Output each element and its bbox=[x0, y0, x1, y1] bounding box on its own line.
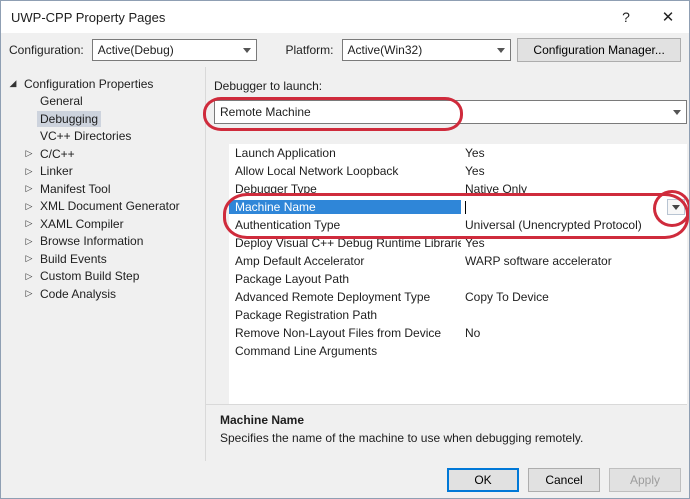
tree-item-vc-directories[interactable]: VC++ Directories bbox=[1, 128, 205, 146]
platform-label: Platform: bbox=[285, 43, 333, 57]
tree-item-build-events[interactable]: ▷ Build Events bbox=[1, 250, 205, 268]
tree-item-custom-build-step[interactable]: ▷ Custom Build Step bbox=[1, 268, 205, 286]
expand-icon[interactable]: ▷ bbox=[21, 236, 37, 247]
debugger-to-launch-select[interactable]: Remote Machine bbox=[214, 100, 687, 124]
platform-select[interactable]: Active(Win32) bbox=[342, 39, 512, 61]
tree-item-general[interactable]: General bbox=[1, 93, 205, 111]
property-row-allow-local-network-loopback[interactable]: Allow Local Network Loopback Yes bbox=[229, 162, 687, 180]
expand-icon[interactable]: ▷ bbox=[21, 183, 37, 194]
selected-tree-item: Debugging bbox=[37, 111, 101, 127]
description-text: Specifies the name of the machine to use… bbox=[220, 431, 681, 445]
configuration-tree: ◢ Configuration Properties General Debug… bbox=[1, 67, 206, 461]
expand-icon[interactable]: ▷ bbox=[21, 166, 37, 177]
expand-icon[interactable]: ▷ bbox=[21, 288, 37, 299]
dialog-footer: OK Cancel Apply bbox=[1, 461, 689, 499]
titlebar: UWP-CPP Property Pages ? ✕ bbox=[1, 1, 689, 33]
window-title: UWP-CPP Property Pages bbox=[1, 10, 605, 25]
expand-icon[interactable]: ▷ bbox=[21, 253, 37, 264]
property-row-command-line-arguments[interactable]: Command Line Arguments bbox=[229, 342, 687, 360]
tree-item-xml-document-generator[interactable]: ▷ XML Document Generator bbox=[1, 198, 205, 216]
configuration-manager-button[interactable]: Configuration Manager... bbox=[517, 38, 681, 62]
property-row-package-registration-path[interactable]: Package Registration Path bbox=[229, 306, 687, 324]
chevron-down-icon bbox=[238, 40, 256, 60]
tree-item-configuration-properties[interactable]: ◢ Configuration Properties bbox=[1, 75, 205, 93]
property-row-remove-non-layout-files[interactable]: Remove Non-Layout Files from Device No bbox=[229, 324, 687, 342]
collapse-icon[interactable]: ◢ bbox=[5, 78, 21, 89]
property-row-amp-default-accelerator[interactable]: Amp Default Accelerator WARP software ac… bbox=[229, 252, 687, 270]
platform-value: Active(Win32) bbox=[348, 43, 423, 57]
configuration-row: Configuration: Active(Debug) Platform: A… bbox=[1, 33, 689, 67]
expand-icon[interactable]: ▷ bbox=[21, 271, 37, 282]
expand-icon[interactable]: ▷ bbox=[21, 148, 37, 159]
property-row-advanced-remote-deployment-type[interactable]: Advanced Remote Deployment Type Copy To … bbox=[229, 288, 687, 306]
property-row-deploy-debug-runtime-libraries[interactable]: Deploy Visual C++ Debug Runtime Librarie… bbox=[229, 234, 687, 252]
description-title: Machine Name bbox=[220, 413, 681, 427]
debugger-to-launch-label: Debugger to launch: bbox=[214, 79, 687, 95]
tree-item-code-analysis[interactable]: ▷ Code Analysis bbox=[1, 285, 205, 303]
tree-item-linker[interactable]: ▷ Linker bbox=[1, 163, 205, 181]
tree-item-browse-information[interactable]: ▷ Browse Information bbox=[1, 233, 205, 251]
chevron-down-icon bbox=[668, 101, 686, 123]
property-description-panel: Machine Name Specifies the name of the m… bbox=[206, 404, 687, 461]
cancel-button[interactable]: Cancel bbox=[528, 468, 600, 492]
property-row-debugger-type[interactable]: Debugger Type Native Only bbox=[229, 180, 687, 198]
chevron-down-icon bbox=[492, 40, 510, 60]
machine-name-dropdown-button[interactable] bbox=[667, 200, 685, 214]
ok-button[interactable]: OK bbox=[447, 468, 519, 492]
tree-item-debugging[interactable]: Debugging bbox=[1, 110, 205, 128]
property-pages-dialog: UWP-CPP Property Pages ? ✕ Configuration… bbox=[0, 0, 690, 499]
property-row-authentication-type[interactable]: Authentication Type Universal (Unencrypt… bbox=[229, 216, 687, 234]
tree-item-manifest-tool[interactable]: ▷ Manifest Tool bbox=[1, 180, 205, 198]
help-icon[interactable]: ? bbox=[605, 2, 647, 33]
property-grid: Launch Application Yes Allow Local Netwo… bbox=[229, 144, 687, 404]
close-icon[interactable]: ✕ bbox=[647, 2, 689, 33]
expand-icon[interactable]: ▷ bbox=[21, 218, 37, 229]
property-row-launch-application[interactable]: Launch Application Yes bbox=[229, 144, 687, 162]
apply-button[interactable]: Apply bbox=[609, 468, 681, 492]
configuration-value: Active(Debug) bbox=[98, 43, 174, 57]
expand-icon[interactable]: ▷ bbox=[21, 201, 37, 212]
debugger-to-launch-value: Remote Machine bbox=[220, 105, 311, 119]
configuration-label: Configuration: bbox=[9, 43, 84, 57]
property-row-package-layout-path[interactable]: Package Layout Path bbox=[229, 270, 687, 288]
machine-name-input[interactable] bbox=[466, 200, 687, 214]
tree-item-xaml-compiler[interactable]: ▷ XAML Compiler bbox=[1, 215, 205, 233]
configuration-select[interactable]: Active(Debug) bbox=[92, 39, 258, 61]
tree-item-c-cpp[interactable]: ▷ C/C++ bbox=[1, 145, 205, 163]
property-row-machine-name[interactable]: Machine Name bbox=[229, 198, 687, 216]
